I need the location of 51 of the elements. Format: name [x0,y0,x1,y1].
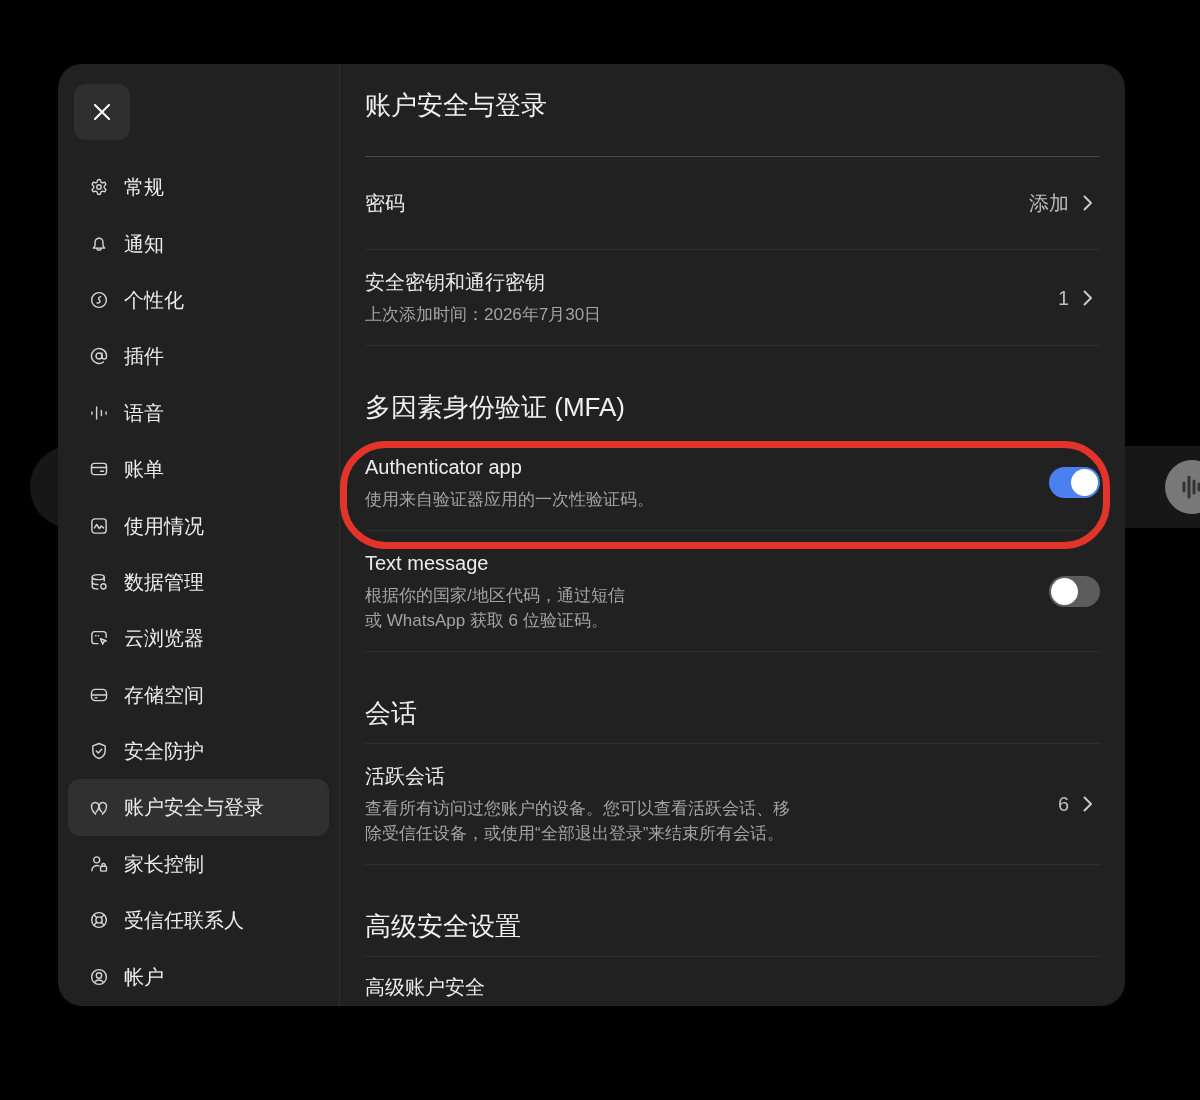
database-icon [90,572,108,591]
setting-description: 查看所有访问过您账户的设备。您可以查看活跃会话、移除受信任设备，或使用“全部退出登录”来结束所有会话。 [365,798,791,845]
chevron-right-icon [1083,796,1093,812]
sidebar-item[interactable]: 帐户 [68,948,329,1005]
sidebar-item[interactable]: 数据管理 [68,553,329,611]
setting-label: 活跃会话 [365,764,445,789]
chart-square-icon [90,516,108,535]
audio-lines-icon [90,403,108,422]
chevron-right-icon [1083,289,1093,306]
section-heading: 会话 [365,697,417,730]
sidebar-item[interactable]: 个性化 [68,271,329,329]
lifebuoy-icon [90,911,108,930]
sidebar-item[interactable]: 通知 [68,215,329,272]
setting-description: 上次添加时间：2026年7月30日 [365,304,602,326]
settings-icon [90,178,108,197]
sidebar-item[interactable]: 语音 [68,384,329,441]
setting-label: Authenticator app [365,455,522,480]
setting-value: 6 [1057,792,1069,817]
toggle-switch[interactable] [1049,467,1100,498]
section-heading: 高级安全设置 [365,910,521,943]
setting-description: 使用来自验证器应用的一次性验证码。 [365,489,654,511]
swirl-circle-icon [90,290,108,309]
sidebar-item[interactable]: 账户安全与登录 [68,779,329,836]
setting-label: 安全密钥和通行密钥 [365,270,545,295]
sidebar-item[interactable]: 家长控制 [68,835,329,893]
setting-label: Text message [365,551,489,576]
chevron-right-icon [1083,195,1093,211]
setting-label: 高级账户安全 [365,975,485,1000]
setting-label: 密码 [365,191,405,216]
sidebar-item[interactable]: 常规 [68,159,329,216]
close-icon [94,104,110,120]
sidebar-item[interactable]: 插件 [68,328,329,385]
setting-value: 1 [1057,285,1069,311]
person-lock-icon [90,854,108,873]
toggle-switch[interactable] [1049,575,1100,607]
section-heading: 多因素身份验证 (MFA) [365,391,625,424]
voice-waveform-icon[interactable] [1165,460,1200,514]
setting-value: 添加 [1029,191,1069,216]
shield-check-icon [90,742,108,761]
close-button[interactable] [74,84,130,140]
window-cursor-icon [90,629,108,648]
setting-description: 根据你的国家/地区代码，通过短信或 WhatsApp 获取 6 位验证码。 [365,585,626,632]
page-title: 账户安全与登录 [365,89,547,122]
sidebar-item[interactable]: 安全防护 [68,722,329,780]
sidebar-item[interactable]: 受信任联系人 [68,892,329,949]
sidebar-item[interactable]: 云浏览器 [68,610,329,667]
sidebar-item[interactable]: 账单 [68,440,329,498]
sidebar-item[interactable]: 使用情况 [68,497,329,554]
at-sign-icon [90,347,108,366]
user-circle-icon [90,967,108,986]
sidebar-item[interactable]: 存储空间 [68,666,329,723]
